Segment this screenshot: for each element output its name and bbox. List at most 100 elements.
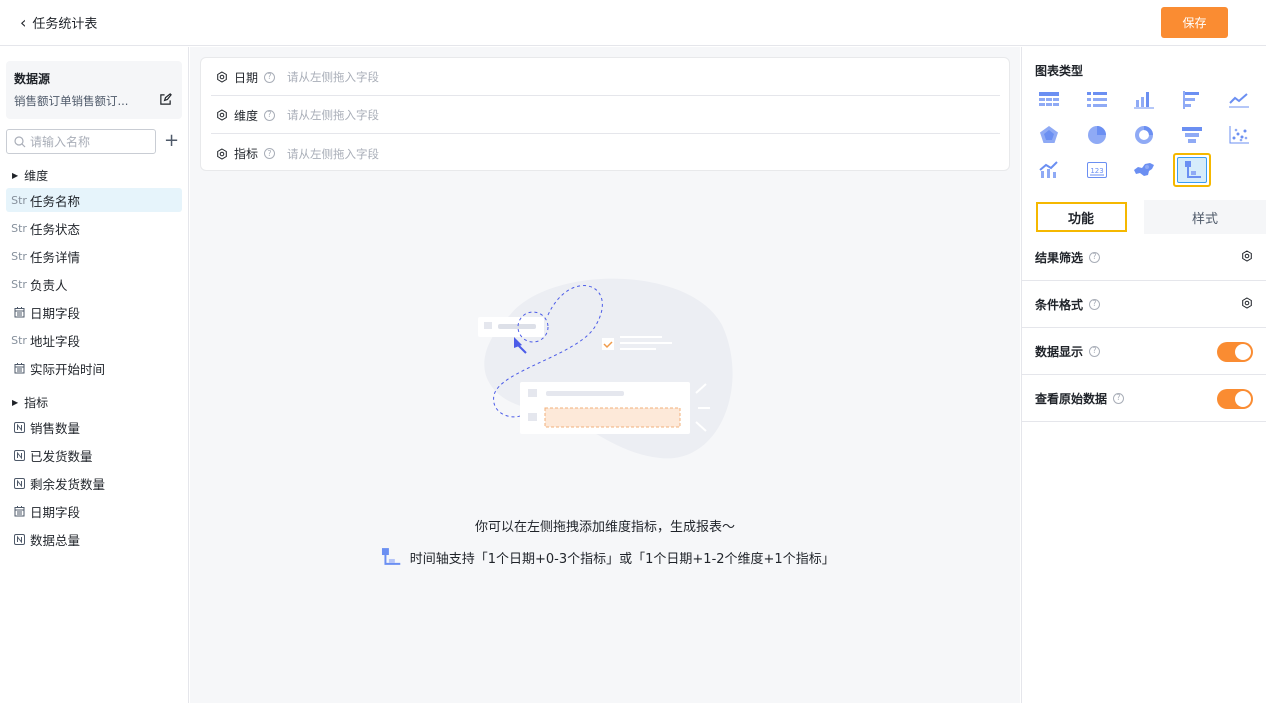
- line-chart-icon[interactable]: [1220, 83, 1258, 117]
- field-item[interactable]: 数据总量: [6, 527, 182, 551]
- conditional-format-row: 条件格式 ?: [1022, 281, 1266, 328]
- settings-icon[interactable]: [1241, 250, 1253, 262]
- combo-chart-icon[interactable]: [1030, 153, 1068, 187]
- field-item[interactable]: 销售数量: [6, 415, 182, 439]
- field-label: 数据总量: [30, 532, 81, 548]
- bar-chart-icon[interactable]: [1125, 83, 1163, 117]
- help-icon[interactable]: ?: [1113, 392, 1125, 404]
- option-label: 条件格式: [1035, 297, 1084, 312]
- target-icon: [217, 147, 227, 160]
- view-raw-data-toggle[interactable]: [1217, 389, 1253, 409]
- field-item[interactable]: Str 地址字段: [6, 328, 182, 352]
- shelf-label: 维度: [234, 108, 259, 123]
- field-item[interactable]: Str 任务名称: [6, 188, 182, 212]
- search-input[interactable]: [30, 134, 150, 149]
- radar-icon[interactable]: [1030, 118, 1068, 152]
- save-button[interactable]: 保存: [1161, 7, 1228, 38]
- option-label: 结果筛选: [1035, 250, 1084, 265]
- metric-group-label: 指标: [24, 396, 49, 410]
- shelf-placeholder: 请从左侧拖入字段: [287, 108, 380, 122]
- horizontal-bar-icon[interactable]: [1173, 83, 1211, 117]
- field-item[interactable]: 日期字段: [6, 300, 182, 324]
- field-label: 任务状态: [30, 221, 81, 237]
- list-icon[interactable]: [1078, 83, 1116, 117]
- number-type-icon: [13, 477, 25, 489]
- caret-right-icon: ▶: [12, 171, 19, 180]
- string-type-icon: Str: [11, 249, 27, 263]
- timeline-hint: 时间轴支持「1个日期+0-3个指标」或「1个日期+1-2个维度+1个指标」: [380, 547, 835, 567]
- dimension-group-toggle[interactable]: ▶ 维度: [12, 167, 48, 184]
- page-title: 任务统计表: [32, 17, 98, 32]
- number-type-icon: [13, 533, 25, 545]
- map-icon[interactable]: [1125, 153, 1163, 187]
- funnel-icon[interactable]: [1173, 118, 1211, 152]
- datasource-name: 销售额订单销售额订...: [14, 94, 129, 108]
- field-label: 任务详情: [30, 249, 81, 265]
- shelf-label: 日期: [234, 70, 259, 85]
- table-icon[interactable]: [1030, 83, 1068, 117]
- field-label: 日期字段: [30, 305, 81, 321]
- field-search[interactable]: [6, 129, 156, 154]
- add-field-button[interactable]: +: [164, 130, 179, 152]
- edit-icon[interactable]: [159, 93, 172, 106]
- metric-group-toggle[interactable]: ▶ 指标: [12, 394, 48, 411]
- back-button[interactable]: ‹ 任务统计表: [20, 13, 97, 32]
- datasource-card: 数据源 销售额订单销售额订...: [6, 61, 182, 119]
- help-icon[interactable]: ?: [1089, 251, 1101, 263]
- number-card-icon[interactable]: 123: [1078, 153, 1116, 187]
- field-item[interactable]: 已发货数量: [6, 443, 182, 467]
- timeline-hint-text: 时间轴支持「1个日期+0-3个指标」或「1个日期+1-2个维度+1个指标」: [409, 551, 835, 567]
- pie-icon[interactable]: [1078, 118, 1116, 152]
- dimension-group-label: 维度: [24, 169, 49, 183]
- help-icon[interactable]: ?: [264, 148, 276, 159]
- number-type-icon: [13, 421, 25, 433]
- dimension-shelf[interactable]: 维度 ? 请从左侧拖入字段: [211, 97, 1000, 134]
- canvas-area: 日期 ? 请从左侧拖入字段 维度 ? 请从左侧拖入字段 指标 ? 请从左侧拖入字…: [190, 47, 1020, 703]
- field-item[interactable]: 日期字段: [6, 499, 182, 523]
- help-icon[interactable]: ?: [264, 109, 276, 121]
- data-display-toggle[interactable]: [1217, 342, 1253, 362]
- field-item[interactable]: Str 任务状态: [6, 216, 182, 240]
- field-sidebar: 数据源 销售额订单销售额订... + ▶ 维度 Str任务名称 Str任务状态 …: [0, 47, 189, 703]
- timeline-icon: [381, 548, 401, 565]
- chevron-left-icon: ‹: [20, 12, 27, 32]
- shelf-placeholder: 请从左侧拖入字段: [287, 146, 380, 161]
- tab-style[interactable]: 样式: [1144, 200, 1266, 234]
- field-label: 已发货数量: [30, 448, 93, 464]
- panel-tabs: 功能 样式: [1022, 200, 1266, 234]
- field-label: 实际开始时间: [30, 361, 106, 377]
- caret-right-icon: ▶: [12, 398, 19, 407]
- donut-icon[interactable]: [1125, 118, 1163, 152]
- tab-function-label: 功能: [1035, 202, 1127, 232]
- help-icon[interactable]: ?: [1089, 298, 1101, 310]
- date-shelf[interactable]: 日期 ? 请从左侧拖入字段: [211, 59, 1000, 96]
- field-item[interactable]: Str 负责人: [6, 272, 182, 296]
- datasource-title: 数据源: [14, 72, 51, 86]
- field-item[interactable]: 剩余发货数量: [6, 471, 182, 495]
- target-icon: [217, 109, 227, 121]
- timeline-icon[interactable]: [1173, 153, 1211, 187]
- help-icon[interactable]: ?: [264, 71, 276, 83]
- scatter-icon[interactable]: [1220, 118, 1258, 152]
- field-item[interactable]: 实际开始时间: [6, 356, 182, 380]
- tab-function[interactable]: 功能: [1022, 200, 1144, 234]
- shelf-label: 指标: [234, 147, 259, 161]
- field-label: 负责人: [30, 277, 68, 293]
- field-shelf: 日期 ? 请从左侧拖入字段 维度 ? 请从左侧拖入字段 指标 ? 请从左侧拖入字…: [200, 57, 1010, 171]
- metric-shelf[interactable]: 指标 ? 请从左侧拖入字段: [211, 135, 1000, 172]
- calendar-icon: [13, 306, 25, 318]
- option-label: 查看原始数据: [1035, 391, 1108, 406]
- calendar-icon: [13, 505, 25, 517]
- chart-type-title: 图表类型: [1035, 64, 1084, 78]
- settings-panel: 图表类型 123 功能 样式 结果筛选 ? 条件格式 ? 数据显示 ? 查看原始…: [1021, 47, 1266, 703]
- string-type-icon: Str: [11, 333, 27, 347]
- string-type-icon: Str: [11, 221, 27, 235]
- field-item[interactable]: Str 任务详情: [6, 244, 182, 268]
- help-icon[interactable]: ?: [1089, 345, 1101, 357]
- empty-state-hint: 你可以在左侧拖拽添加维度指标，生成报表～: [474, 520, 735, 535]
- shelf-placeholder: 请从左侧拖入字段: [287, 70, 380, 84]
- string-type-icon: Str: [11, 193, 27, 207]
- empty-state-illustration: [478, 278, 733, 459]
- number-type-icon: [13, 449, 25, 461]
- settings-icon[interactable]: [1241, 297, 1253, 309]
